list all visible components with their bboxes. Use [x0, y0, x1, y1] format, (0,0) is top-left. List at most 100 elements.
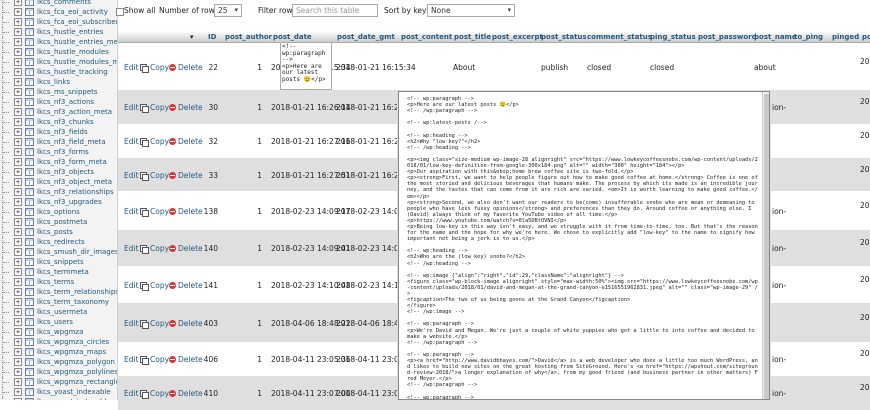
- sidebar-table-label[interactable]: lkcs_fca_eoi_activity: [37, 7, 108, 17]
- edit-link[interactable]: Edit: [124, 63, 139, 72]
- sidebar-table-item[interactable]: + lkcs_fca_eoi_activity: [0, 7, 117, 17]
- expand-plus-icon[interactable]: +: [14, 158, 22, 166]
- sidebar-table-item[interactable]: + lkcs_nf3_form_meta: [0, 157, 117, 167]
- expand-plus-icon[interactable]: +: [14, 278, 22, 286]
- expand-plus-icon[interactable]: +: [14, 68, 22, 76]
- sidebar-table-label[interactable]: lkcs_hustle_modules_meta: [37, 57, 117, 67]
- expand-plus-icon[interactable]: +: [14, 48, 22, 56]
- edit-link[interactable]: Edit: [124, 389, 139, 398]
- edit-link[interactable]: Edit: [124, 319, 139, 328]
- delete-icon[interactable]: [169, 138, 176, 145]
- edit-link[interactable]: Edit: [124, 207, 139, 216]
- delete-link[interactable]: Delete: [178, 137, 203, 146]
- expand-plus-icon[interactable]: +: [14, 0, 22, 6]
- edit-link[interactable]: Edit: [124, 137, 139, 146]
- edit-link[interactable]: Edit: [124, 281, 139, 290]
- delete-link[interactable]: Delete: [178, 389, 203, 398]
- delete-link[interactable]: Delete: [178, 207, 203, 216]
- column-header-post-name[interactable]: post_name: [754, 31, 797, 43]
- copy-link[interactable]: Copy: [150, 137, 169, 146]
- expand-plus-icon[interactable]: +: [14, 358, 22, 366]
- sidebar-table-item[interactable]: + lkcs_wpgmza_circles: [0, 337, 117, 347]
- show-all-checkbox[interactable]: [116, 8, 124, 16]
- sidebar-table-label[interactable]: lkcs_hustle_entries_meta: [37, 37, 117, 47]
- delete-icon[interactable]: [169, 208, 176, 215]
- expand-plus-icon[interactable]: +: [14, 28, 22, 36]
- expand-plus-icon[interactable]: +: [14, 58, 22, 66]
- expand-plus-icon[interactable]: +: [14, 288, 22, 296]
- copy-icon[interactable]: [140, 356, 149, 365]
- sidebar-table-item[interactable]: + lkcs_term_relationships: [0, 287, 117, 297]
- sidebar-table-label[interactable]: lkcs_wpgmza_maps: [37, 347, 106, 357]
- expand-plus-icon[interactable]: +: [14, 228, 22, 236]
- post-content-expanded-editor[interactable]: <!-- wp:paragraph --> <p>Here are our la…: [398, 91, 770, 400]
- sidebar-table-item[interactable]: + lkcs_wpgmza_polygon: [0, 357, 117, 367]
- sidebar-table-item[interactable]: + lkcs_redirects: [0, 237, 117, 247]
- copy-link[interactable]: Copy: [150, 171, 169, 180]
- editor-scrollbar[interactable]: [762, 92, 769, 399]
- copy-link[interactable]: Copy: [150, 103, 169, 112]
- sidebar-table-item[interactable]: + lkcs_comments: [0, 0, 117, 7]
- expand-plus-icon[interactable]: +: [14, 218, 22, 226]
- post-content-mini-editor[interactable]: <!-- wp:paragraph --> <p>Here are our la…: [280, 42, 332, 90]
- expand-plus-icon[interactable]: +: [14, 238, 22, 246]
- sidebar-table-item[interactable]: + lkcs_nf3_object_meta: [0, 177, 117, 187]
- sidebar-table-item[interactable]: + lkcs_links: [0, 77, 117, 87]
- sidebar-table-item[interactable]: + lkcs_ms_snippets: [0, 87, 117, 97]
- sidebar-table-label[interactable]: lkcs_nf3_chunks: [37, 117, 94, 127]
- sidebar-table-label[interactable]: lkcs_nf3_relationships: [37, 187, 114, 197]
- expand-plus-icon[interactable]: +: [14, 98, 22, 106]
- expand-plus-icon[interactable]: +: [14, 118, 22, 126]
- delete-link[interactable]: Delete: [178, 319, 203, 328]
- sidebar-table-item[interactable]: + lkcs_nf3_fields: [0, 127, 117, 137]
- show-all-label[interactable]: Show all: [124, 6, 155, 15]
- sidebar-table-label[interactable]: lkcs_snippets: [37, 257, 84, 267]
- expand-plus-icon[interactable]: +: [14, 388, 22, 396]
- sidebar-table-item[interactable]: + lkcs_nf3_field_meta: [0, 137, 117, 147]
- expand-plus-icon[interactable]: +: [14, 38, 22, 46]
- sidebar-table-item[interactable]: + lkcs_hustle_modules_meta: [0, 57, 117, 67]
- column-header-id[interactable]: ID: [208, 31, 216, 43]
- copy-link[interactable]: Copy: [150, 281, 169, 290]
- expand-plus-icon[interactable]: +: [14, 198, 22, 206]
- column-header-pinged[interactable]: pinged: [832, 31, 859, 43]
- copy-icon[interactable]: [140, 172, 149, 181]
- sidebar-table-label[interactable]: lkcs_nf3_actions: [37, 97, 94, 107]
- expand-plus-icon[interactable]: +: [14, 178, 22, 186]
- filter-rows-input[interactable]: Search this table: [292, 4, 378, 17]
- sidebar-table-item[interactable]: + lkcs_hustle_tracking: [0, 67, 117, 77]
- copy-link[interactable]: Copy: [150, 319, 169, 328]
- expand-plus-icon[interactable]: +: [14, 378, 22, 386]
- sidebar-table-item[interactable]: + lkcs_hustle_entries: [0, 27, 117, 37]
- sidebar-table-label[interactable]: lkcs_nf3_fields: [37, 127, 88, 137]
- sidebar-table-item[interactable]: + lkcs_nf3_relationships: [0, 187, 117, 197]
- expand-plus-icon[interactable]: +: [14, 208, 22, 216]
- copy-icon[interactable]: [140, 208, 149, 217]
- expand-plus-icon[interactable]: +: [14, 88, 22, 96]
- expand-plus-icon[interactable]: +: [14, 138, 22, 146]
- expand-plus-icon[interactable]: +: [14, 318, 22, 326]
- sidebar-table-label[interactable]: lkcs_ms_snippets: [37, 87, 98, 97]
- sidebar-table-item[interactable]: + lkcs_nf3_actions: [0, 97, 117, 107]
- copy-icon[interactable]: [140, 138, 149, 147]
- sidebar-table-label[interactable]: lkcs_smush_dir_images: [37, 247, 117, 257]
- delete-link[interactable]: Delete: [178, 281, 203, 290]
- delete-link[interactable]: Delete: [178, 103, 203, 112]
- sidebar-table-item[interactable]: + lkcs_postmeta: [0, 217, 117, 227]
- expand-plus-icon[interactable]: +: [14, 18, 22, 26]
- column-header-post-password[interactable]: post_password: [698, 31, 757, 43]
- copy-link[interactable]: Copy: [150, 355, 169, 364]
- sidebar-table-label[interactable]: lkcs_posts: [37, 227, 73, 237]
- sidebar-table-item[interactable]: + lkcs_termmeta: [0, 267, 117, 277]
- sidebar-table-item[interactable]: + lkcs_wpgmza_polylines: [0, 367, 117, 377]
- sidebar-table-item[interactable]: + lkcs_terms: [0, 277, 117, 287]
- sidebar-table-label[interactable]: lkcs_termmeta: [37, 267, 89, 277]
- sidebar-table-label[interactable]: lkcs_nf3_upgrades: [37, 197, 102, 207]
- sidebar-table-label[interactable]: lkcs_term_taxonomy: [37, 297, 109, 307]
- sidebar-table-label[interactable]: lkcs_hustle_entries: [37, 27, 103, 37]
- sidebar-table-item[interactable]: + lkcs_users: [0, 317, 117, 327]
- column-header-post-author[interactable]: post_author: [225, 31, 272, 43]
- expand-plus-icon[interactable]: +: [14, 248, 22, 256]
- column-header-to-ping[interactable]: to_ping: [794, 31, 823, 43]
- sidebar-table-item[interactable]: + lkcs_nf3_forms: [0, 147, 117, 157]
